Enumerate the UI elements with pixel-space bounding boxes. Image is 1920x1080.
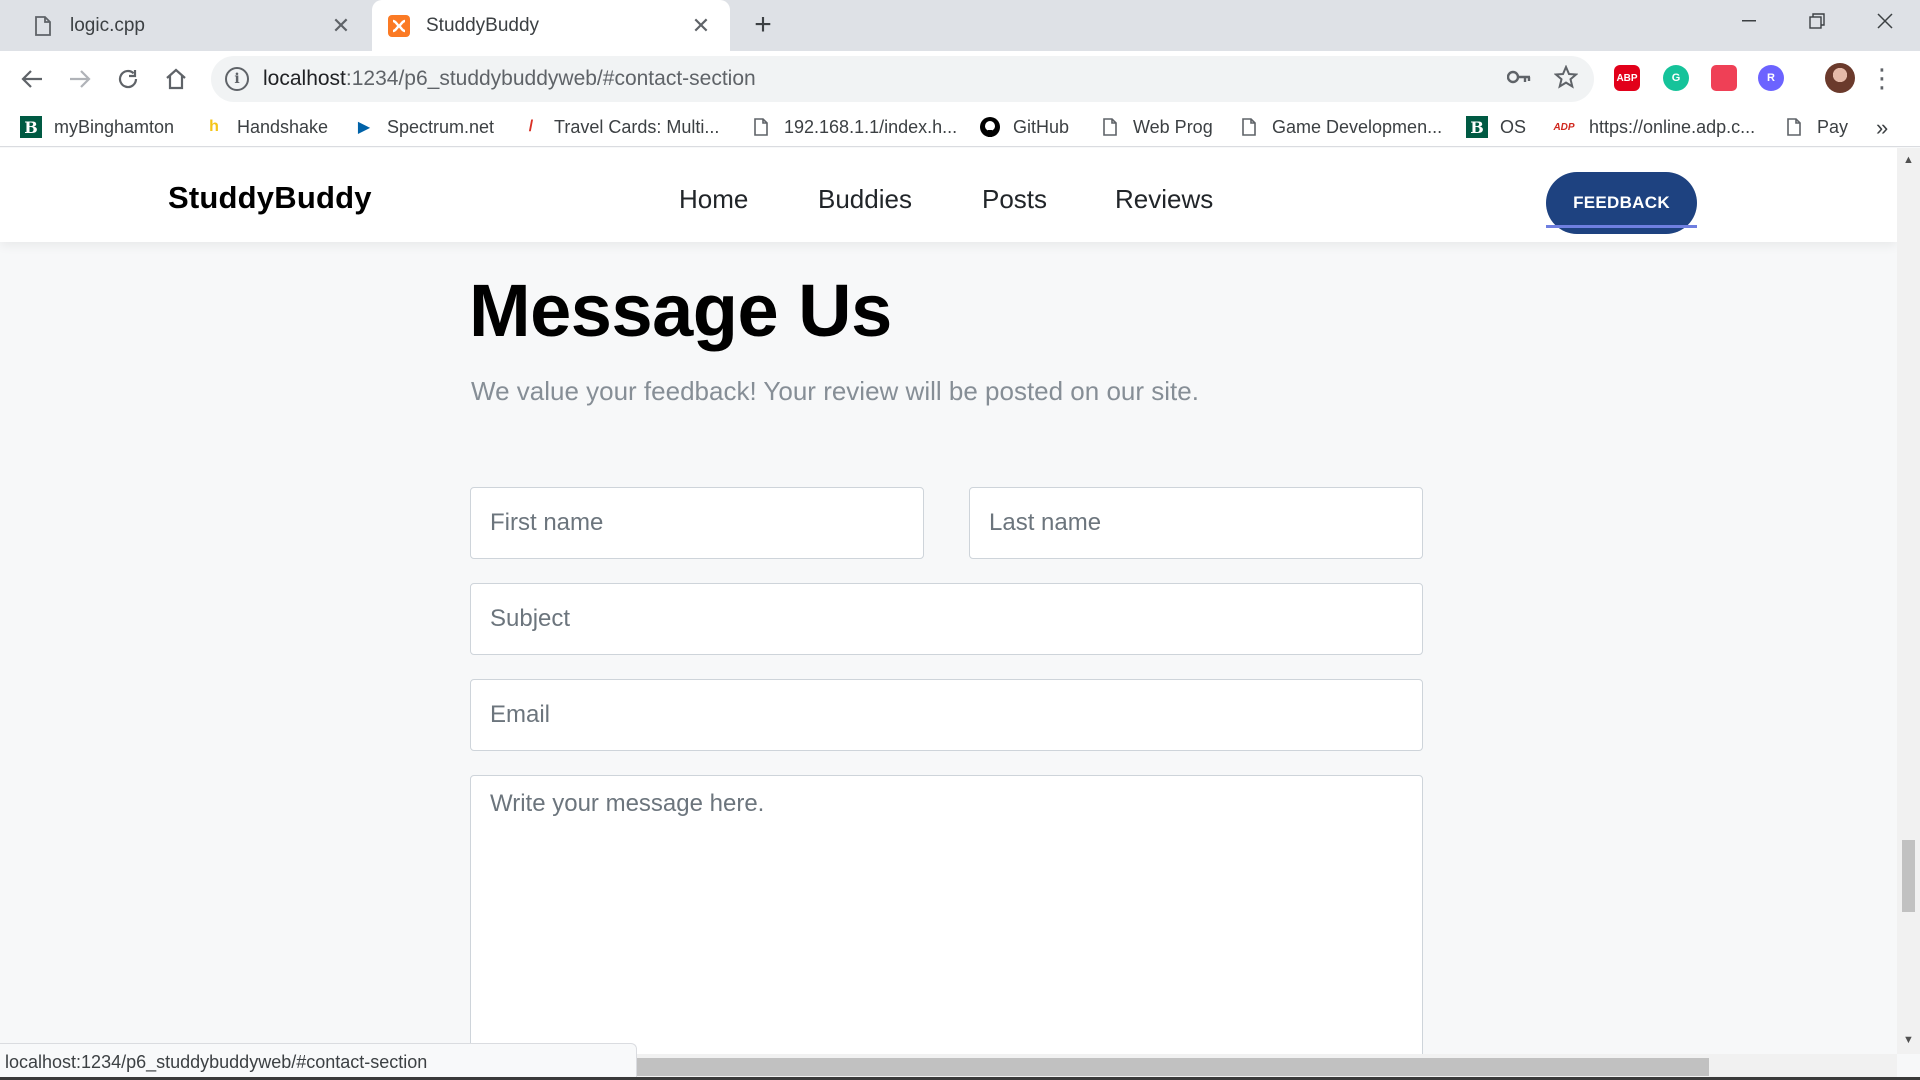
subject-input[interactable]: [470, 583, 1423, 655]
grammarly-icon[interactable]: G: [1663, 65, 1689, 91]
adp-icon: ADP: [1553, 121, 1575, 133]
close-icon[interactable]: ✕: [686, 11, 716, 41]
minimize-icon[interactable]: [1714, 0, 1784, 42]
nav-home[interactable]: Home: [679, 184, 748, 215]
vertical-scrollbar[interactable]: ▲ ▼: [1897, 148, 1920, 1054]
bookmark-star-icon[interactable]: [1553, 64, 1579, 90]
bookmark-item[interactable]: ADP https://online.adp.c...: [1551, 113, 1755, 141]
spectrum-play-icon: ▶: [357, 119, 371, 136]
bookmark-item[interactable]: / Travel Cards: Multi...: [520, 113, 720, 141]
browser-toolbar: i localhost:1234/p6_studdybuddyweb/#cont…: [0, 51, 1920, 107]
tab-title: logic.cpp: [70, 14, 145, 36]
bookmarks-bar: BmyBinghamton h Handshake ▶ Spectrum.net / Tra…: [0, 107, 1920, 147]
document-icon: [750, 116, 772, 138]
tab-strip: logic.cpp ✕ StuddyBuddy ✕ +: [0, 0, 1920, 51]
tab-title: StuddyBuddy: [426, 14, 540, 36]
scroll-down-arrow-icon[interactable]: ▼: [1897, 1030, 1920, 1050]
bookmark-item[interactable]: Game Developmen...: [1238, 113, 1442, 141]
profile-avatar[interactable]: [1825, 63, 1855, 93]
bookmark-item[interactable]: 192.168.1.1/index.h...: [750, 113, 957, 141]
xampp-icon: [388, 14, 410, 37]
page-subtitle: We value your feedback! Your review will…: [471, 376, 1199, 406]
adblock-plus-icon[interactable]: ABP: [1614, 65, 1640, 91]
browser-menu-icon[interactable]: ⋮: [1869, 61, 1895, 95]
url-text: localhost:1234/p6_studdybuddyweb/#contac…: [263, 67, 756, 91]
nav-buddies[interactable]: Buddies: [818, 184, 912, 215]
tab-studdybuddy[interactable]: StuddyBuddy ✕: [372, 0, 730, 51]
site-brand[interactable]: StuddyBuddy: [168, 180, 372, 216]
first-name-input[interactable]: [470, 487, 924, 559]
close-icon[interactable]: ✕: [326, 11, 356, 41]
nav-posts[interactable]: Posts: [982, 184, 1047, 215]
site-info-icon[interactable]: i: [225, 67, 249, 91]
message-textarea[interactable]: [470, 775, 1423, 1054]
home-icon[interactable]: [156, 59, 196, 99]
document-icon: [1238, 116, 1260, 138]
bookmark-item[interactable]: ▶ Spectrum.net: [353, 113, 494, 141]
bookmark-item[interactable]: BmyBinghamton: [20, 113, 174, 141]
bookmark-label: GitHub: [1013, 116, 1070, 137]
url-host: localhost: [263, 67, 346, 90]
address-bar[interactable]: i localhost:1234/p6_studdybuddyweb/#cont…: [211, 56, 1594, 102]
slash-icon: /: [528, 118, 534, 135]
forward-arrow-icon[interactable]: [60, 59, 100, 99]
r-extension-icon[interactable]: R: [1758, 65, 1784, 91]
bookmark-item[interactable]: h Handshake: [203, 113, 328, 141]
bookmark-item[interactable]: Pay: [1783, 113, 1848, 141]
last-name-input[interactable]: [969, 487, 1423, 559]
bookmark-label: Handshake: [237, 116, 329, 137]
scroll-up-arrow-icon[interactable]: ▲: [1897, 150, 1920, 170]
bookmark-label: Travel Cards: Multi...: [554, 116, 720, 137]
restore-icon[interactable]: [1782, 0, 1852, 42]
bookmark-item[interactable]: Web Prog: [1099, 113, 1213, 141]
bookmark-item[interactable]: GitHub: [979, 113, 1069, 141]
bookmark-label: Game Developmen...: [1272, 116, 1443, 137]
window-close-icon[interactable]: [1850, 0, 1920, 42]
pocket-icon[interactable]: [1711, 65, 1737, 91]
url-path: :1234/p6_studdybuddyweb/#contact-section: [345, 67, 756, 90]
new-tab-icon[interactable]: +: [746, 8, 780, 42]
bookmark-label: Spectrum.net: [387, 116, 495, 137]
horizontal-scroll-thumb[interactable]: [637, 1058, 1709, 1076]
binghamton-b-icon: B: [20, 116, 42, 138]
page-viewport: StuddyBuddy Home Buddies Posts Reviews F…: [0, 148, 1897, 1054]
nav-reviews[interactable]: Reviews: [1115, 184, 1213, 215]
document-icon: [1099, 116, 1121, 138]
bookmark-label: Web Prog: [1133, 116, 1213, 137]
document-icon: [1783, 116, 1805, 138]
bookmarks-overflow-icon[interactable]: »: [1876, 115, 1888, 141]
github-icon: [979, 116, 1001, 138]
email-input[interactable]: [470, 679, 1423, 751]
handshake-icon: h: [209, 118, 219, 135]
back-arrow-icon[interactable]: [12, 59, 52, 99]
bookmark-label: Pay: [1817, 116, 1849, 137]
bookmark-item[interactable]: B OS: [1466, 113, 1526, 141]
binghamton-b-icon: B: [1466, 116, 1488, 138]
bookmark-label: OS: [1500, 116, 1527, 137]
bookmark-label: 192.168.1.1/index.h...: [784, 116, 958, 137]
feedback-underline: [1546, 225, 1697, 228]
page-title: Message Us: [469, 269, 892, 352]
reload-icon[interactable]: [108, 59, 148, 99]
site-navbar: StuddyBuddy Home Buddies Posts Reviews F…: [0, 148, 1897, 242]
status-bubble: localhost:1234/p6_studdybuddyweb/#contac…: [0, 1043, 637, 1080]
tab-logic-cpp[interactable]: logic.cpp ✕: [0, 0, 370, 51]
key-icon[interactable]: [1506, 64, 1532, 90]
vertical-scroll-thumb[interactable]: [1902, 840, 1915, 912]
bookmark-label: https://online.adp.c...: [1589, 116, 1756, 137]
document-icon: [32, 15, 54, 37]
bookmark-label: myBinghamton: [54, 116, 175, 137]
